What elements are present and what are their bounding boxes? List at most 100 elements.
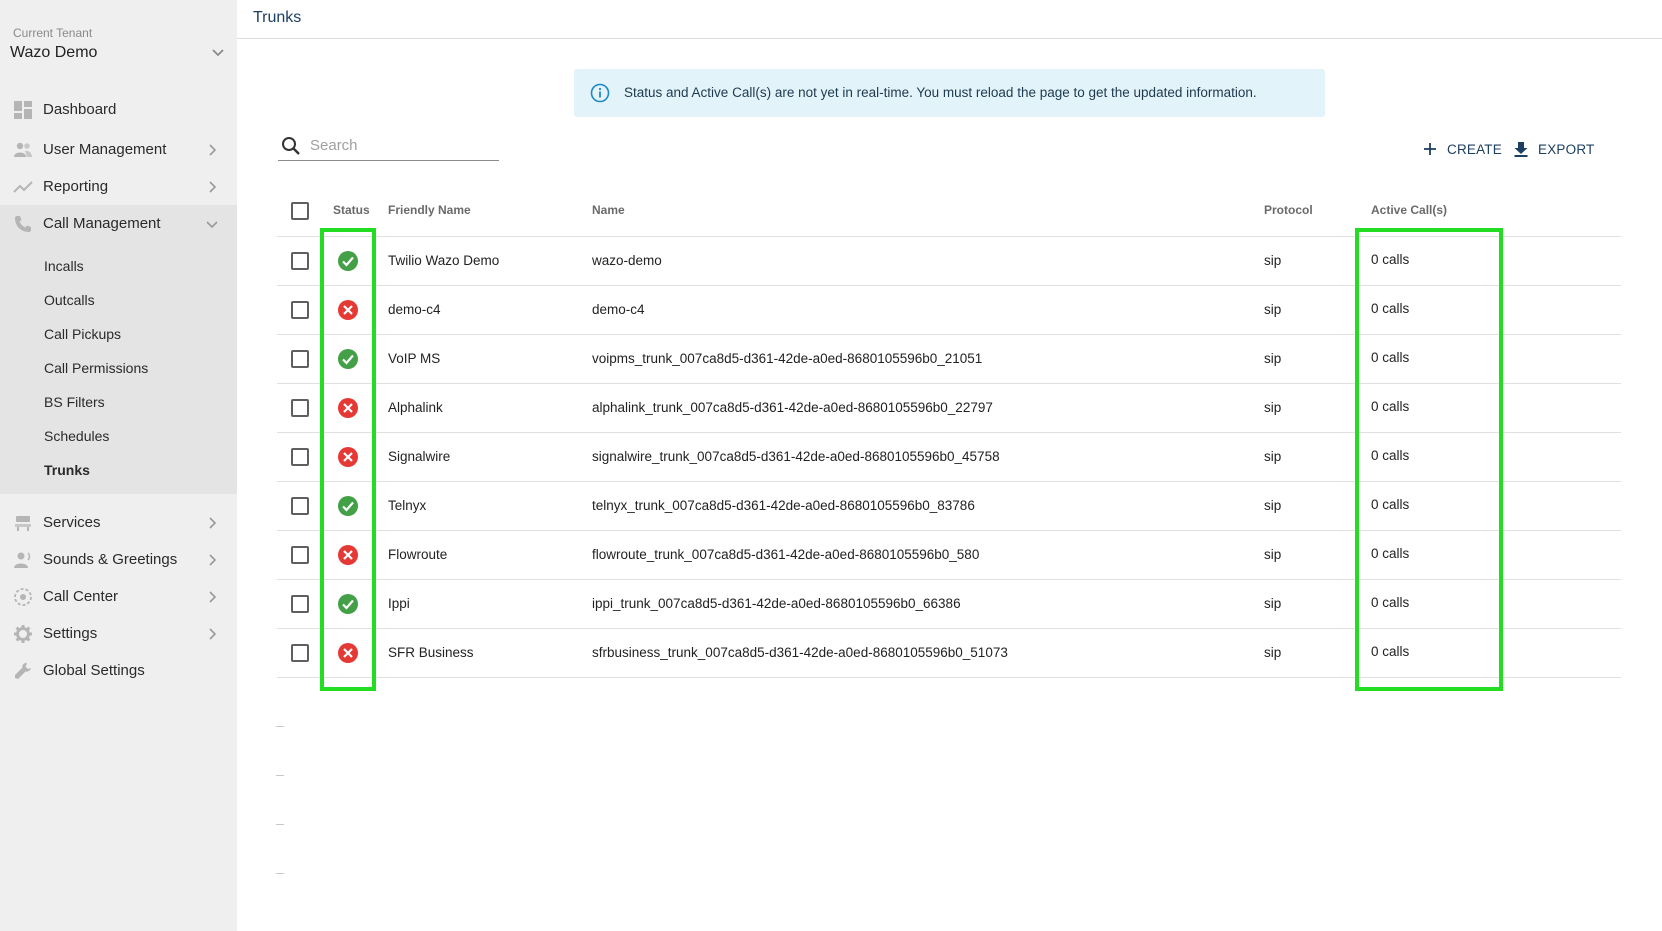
name-cell: alphalink_trunk_007ca8d5-d361-42de-a0ed-… [592,400,993,415]
table-row[interactable]: Signalwire signalwire_trunk_007ca8d5-d361… [277,433,1621,482]
sidebar-item-sounds-greetings[interactable]: Sounds & Greetings [0,541,237,578]
empty-row-divider [276,726,284,727]
friendly-name-cell: Twilio Wazo Demo [388,253,500,268]
sidebar-item-call-management[interactable]: Call Management [0,205,237,242]
friendly-name-cell: Signalwire [388,449,451,464]
status-ok-icon [337,250,359,272]
active-calls-cell: 0 calls [1371,252,1410,267]
call-center-icon [14,587,32,606]
friendly-name-cell: demo-c4 [388,302,441,317]
name-cell: ippi_trunk_007ca8d5-d361-42de-a0ed-86801… [592,596,961,611]
chevron-right-icon [209,180,217,193]
active-calls-cell: 0 calls [1371,497,1410,512]
sidebar-item-settings[interactable]: Settings [0,615,237,652]
protocol-cell: sip [1264,547,1282,562]
sidebar-item-label: Global Settings [43,662,145,679]
create-button[interactable]: CREATE [1421,138,1502,160]
search-input[interactable] [310,134,495,156]
sidebar-item-services[interactable]: Services [0,504,237,541]
sidebar-subitem-schedules[interactable]: Schedules [44,428,109,444]
chevron-down-icon [206,220,218,228]
row-checkbox[interactable] [291,546,309,564]
name-cell: sfrbusiness_trunk_007ca8d5-d361-42de-a0e… [592,645,1008,660]
services-icon [15,515,31,531]
export-button[interactable]: EXPORT [1512,138,1594,160]
sidebar-subitem-call-permissions[interactable]: Call Permissions [44,360,148,376]
row-checkbox[interactable] [291,350,309,368]
sidebar-item-label: Call Management [43,215,161,232]
plus-icon [1424,143,1436,155]
sidebar-item-label: Dashboard [43,101,117,118]
column-header-active-calls[interactable]: Active Call(s) [1371,203,1447,217]
sidebar-subitem-outcalls[interactable]: Outcalls [44,292,95,308]
column-header-status[interactable]: Status [333,203,370,217]
wrench-icon [15,662,31,679]
sidebar-subitem-incalls[interactable]: Incalls [44,258,84,274]
sidebar-item-user-management[interactable]: User Management [0,131,237,168]
protocol-cell: sip [1264,351,1282,366]
trending-icon [13,180,33,193]
table-row[interactable]: Telnyx telnyx_trunk_007ca8d5-d361-42de-a0… [277,482,1621,531]
row-checkbox[interactable] [291,644,309,662]
chevron-right-icon [209,516,217,529]
sidebar-item-reporting[interactable]: Reporting [0,168,237,205]
status-error-icon [337,642,359,664]
table-row[interactable]: SFR Business sfrbusiness_trunk_007ca8d5-d… [277,629,1621,678]
sidebar-item-label: Call Center [43,588,119,605]
column-header-friendly-name[interactable]: Friendly Name [388,203,471,217]
active-calls-cell: 0 calls [1371,301,1410,316]
table-row[interactable]: Ippi ippi_trunk_007ca8d5-d361-42de-a0ed-8… [277,580,1621,629]
protocol-cell: sip [1264,498,1282,513]
sidebar-item-dashboard[interactable]: Dashboard [0,91,237,128]
active-calls-cell: 0 calls [1371,350,1410,365]
sidebar-item-global-settings[interactable]: Global Settings [0,652,237,689]
active-calls-cell: 0 calls [1371,448,1410,463]
active-calls-cell: 0 calls [1371,399,1410,414]
chevron-right-icon [209,143,217,156]
name-cell: demo-c4 [592,302,645,317]
row-checkbox[interactable] [291,301,309,319]
chevron-right-icon [209,590,217,603]
sidebar-item-call-center[interactable]: Call Center [0,578,237,615]
status-error-icon [337,446,359,468]
app-root: Current Tenant Wazo Demo Dashboard User … [0,0,1662,931]
row-checkbox[interactable] [291,497,309,515]
download-icon [1514,142,1528,157]
sidebar: Current Tenant Wazo Demo Dashboard User … [0,0,237,931]
table-row[interactable]: demo-c4 demo-c4 sip 0 calls [277,286,1621,335]
column-header-name[interactable]: Name [592,203,625,217]
table-row[interactable]: VoIP MS voipms_trunk_007ca8d5-d361-42de-a… [277,335,1621,384]
friendly-name-cell: VoIP MS [388,351,441,366]
row-checkbox[interactable] [291,399,309,417]
trunks-table: Status Friendly Name Name Protocol Activ… [277,188,1621,678]
call-management-submenu [0,205,237,494]
table-row[interactable]: Flowroute flowroute_trunk_007ca8d5-d361-4… [277,531,1621,580]
voice-icon [14,551,31,568]
empty-row-divider [276,824,284,825]
active-calls-cell: 0 calls [1371,546,1410,561]
name-cell: signalwire_trunk_007ca8d5-d361-42de-a0ed… [592,449,1000,464]
page-title: Trunks [253,9,302,26]
users-icon [14,142,32,157]
select-all-checkbox[interactable] [291,202,309,220]
notice-text: Status and Active Call(s) are not yet in… [624,85,1257,100]
sidebar-item-label: Reporting [43,178,109,195]
status-error-icon [337,397,359,419]
protocol-cell: sip [1264,449,1282,464]
row-checkbox[interactable] [291,448,309,466]
row-checkbox[interactable] [291,252,309,270]
status-error-icon [337,544,359,566]
friendly-name-cell: Telnyx [388,498,427,513]
tenant-selector[interactable]: Current Tenant Wazo Demo [10,24,228,68]
sidebar-subitem-trunks[interactable]: Trunks [44,462,90,478]
table-row[interactable]: Twilio Wazo Demo wazo-demo sip 0 calls [277,237,1621,286]
dashboard-icon [14,100,32,119]
name-cell: wazo-demo [592,253,662,268]
sidebar-subitem-call-pickups[interactable]: Call Pickups [44,326,121,342]
table-row[interactable]: Alphalink alphalink_trunk_007ca8d5-d361-4… [277,384,1621,433]
row-checkbox[interactable] [291,595,309,613]
column-header-protocol[interactable]: Protocol [1264,203,1313,217]
table-header: Status Friendly Name Name Protocol Activ… [277,188,1621,237]
sidebar-subitem-bs-filters[interactable]: BS Filters [44,394,105,410]
tenant-caption: Current Tenant [13,26,93,40]
